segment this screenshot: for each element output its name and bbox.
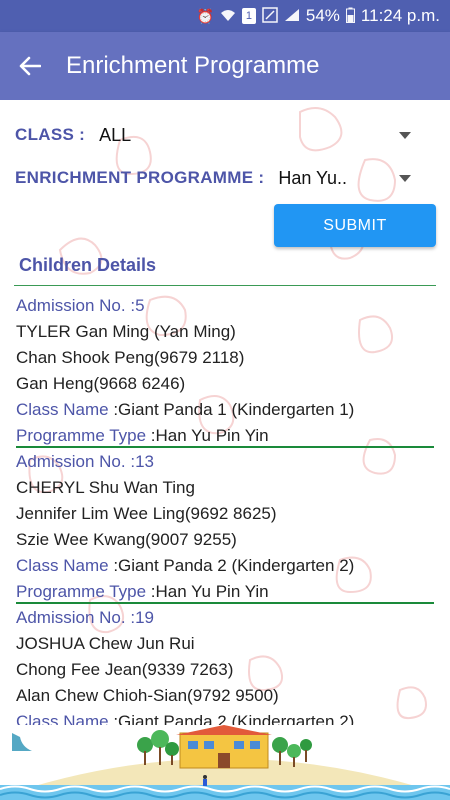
programme-type-label: Programme Type [16, 426, 147, 445]
signal-icon [284, 8, 300, 25]
child-record[interactable]: Admission No. :19 JOSHUA Chew Jun Rui Ch… [16, 605, 436, 725]
main-content[interactable]: CLASS : ALL ENRICHMENT PROGRAMME : Han Y… [0, 100, 450, 725]
clock: 11:24 p.m. [360, 6, 440, 25]
submit-button[interactable]: SUBMIT [274, 204, 436, 247]
app-bar: Enrichment Programme [0, 32, 450, 100]
admission-label: Admission No. [16, 452, 126, 471]
class-name-row: Class Name :Giant Panda 2 (Kindergarten … [16, 709, 436, 725]
status-bar: ⏰ 1 54% 11:24 p.m. [0, 0, 450, 32]
battery-percent: 54% [305, 6, 340, 25]
class-name-row: Class Name :Giant Panda 2 (Kindergarten … [16, 556, 355, 575]
child-name: TYLER Gan Ming (Yan Ming) [16, 322, 236, 341]
admission-label: Admission No. [16, 608, 126, 627]
section-title: Children Details [19, 255, 157, 275]
guardian-contact: Jennifer Lim Wee Ling(9692 8625) [16, 504, 277, 523]
programme-label: ENRICHMENT PROGRAMME : [15, 168, 265, 187]
guardian-contact: Chan Shook Peng(9679 2118) [16, 348, 245, 367]
footer-illustration [0, 725, 450, 800]
admission-label: Admission No. [16, 296, 126, 315]
class-dropdown-icon [399, 132, 411, 139]
divider [14, 285, 436, 286]
record-divider [16, 602, 434, 604]
admission-row: Admission No. :5 [16, 293, 436, 319]
admission-row: Admission No. :13 [16, 449, 436, 475]
back-arrow-icon [19, 56, 41, 76]
data-icon [262, 6, 278, 26]
school-landscape-illustration [0, 725, 450, 800]
class-name-label: Class Name [16, 556, 109, 575]
admission-number: :19 [130, 608, 154, 627]
programme-dropdown-icon [399, 175, 411, 182]
page-title: Enrichment Programme [66, 52, 320, 79]
admission-row: Admission No. :19 [16, 605, 436, 631]
programme-value: Han Yu.. [278, 167, 348, 188]
class-name-label: Class Name [16, 712, 109, 725]
child-name: CHERYL Shu Wan Ting [16, 478, 195, 497]
alarm-icon: ⏰ [196, 7, 214, 24]
back-button[interactable] [0, 32, 60, 100]
class-name-value: Giant Panda 1 (Kindergarten 1) [118, 400, 355, 419]
guardian-contact: Chong Fee Jean(9339 7263) [16, 660, 234, 679]
admission-number: :5 [130, 296, 145, 315]
child-record[interactable]: Admission No. :13 CHERYL Shu Wan Ting Je… [16, 449, 436, 605]
child-record[interactable]: Admission No. :5 TYLER Gan Ming (Yan Min… [16, 293, 436, 449]
wifi-icon [220, 8, 236, 25]
class-name-label: Class Name [16, 400, 109, 419]
class-value: ALL [99, 124, 132, 145]
child-name: JOSHUA Chew Jun Rui [16, 634, 195, 653]
record-divider [16, 446, 434, 448]
sim-badge: 1 [241, 8, 256, 24]
class-name-value: Giant Panda 2 (Kindergarten 2) [118, 712, 355, 725]
programme-type-label: Programme Type [16, 582, 147, 601]
battery-icon [345, 7, 355, 26]
class-name-value: Giant Panda 2 (Kindergarten 2) [118, 556, 355, 575]
programme-type-value: Han Yu Pin Yin [155, 426, 269, 445]
programme-type-value: Han Yu Pin Yin [155, 582, 269, 601]
class-label: CLASS : [15, 125, 86, 144]
class-select[interactable]: CLASS : ALL [0, 115, 450, 155]
admission-number: :13 [130, 452, 154, 471]
guardian-contact: Alan Chew Chioh-Sian(9792 9500) [16, 686, 279, 705]
guardian-contact: Gan Heng(9668 6246) [16, 374, 186, 393]
class-name-row: Class Name :Giant Panda 1 (Kindergarten … [16, 400, 355, 419]
programme-select[interactable]: ENRICHMENT PROGRAMME : Han Yu.. [0, 158, 450, 198]
guardian-contact: Szie Wee Kwang(9007 9255) [16, 530, 237, 549]
